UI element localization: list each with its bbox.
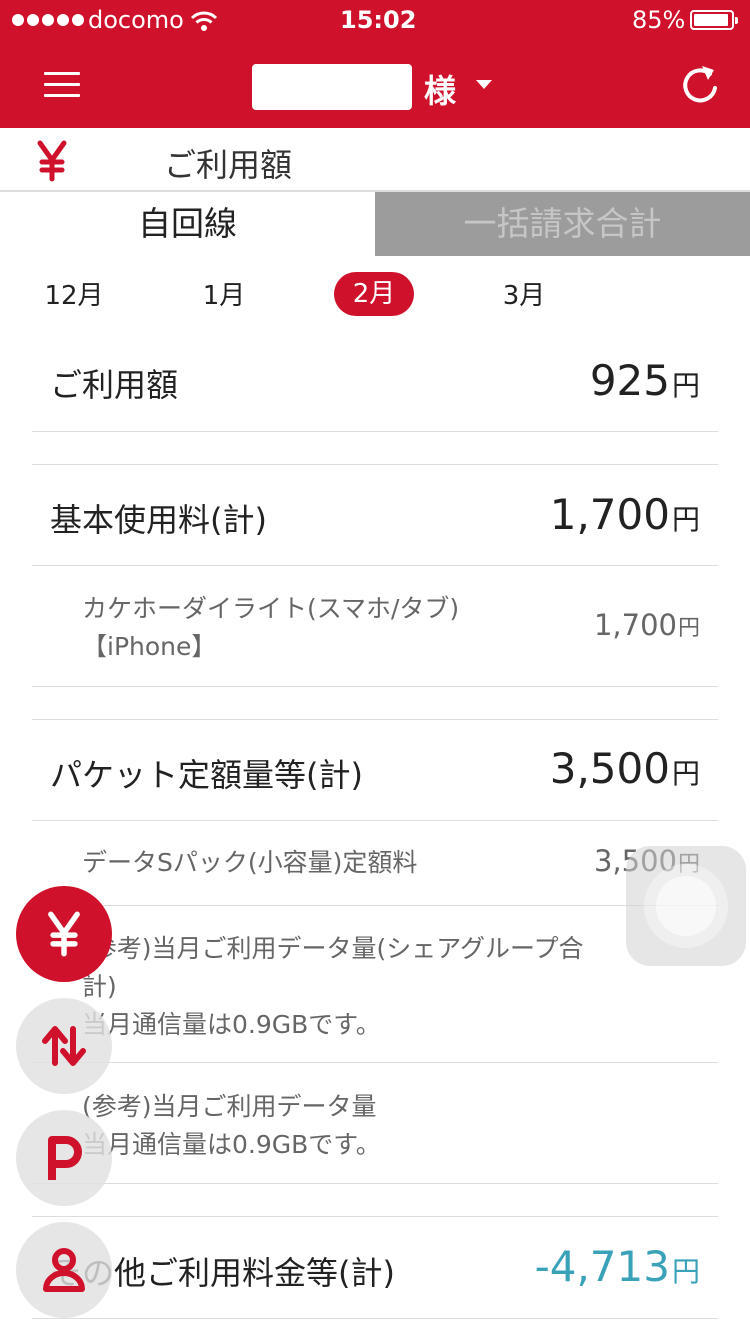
yen-unit: 円 xyxy=(677,616,700,641)
packet-fee-label: パケット定額量等(計) xyxy=(50,756,363,794)
fab-account-button[interactable] xyxy=(16,1222,112,1318)
divider xyxy=(32,686,718,687)
fab-data-usage-button[interactable] xyxy=(16,998,112,1094)
wifi-icon xyxy=(190,11,218,31)
amount-value: 1,700 xyxy=(549,490,670,539)
share-note-line1: (参考)当月ご利用データ量(シェアグループ合 xyxy=(82,934,584,963)
account-name-redacted[interactable] xyxy=(252,64,412,110)
section-title: ご利用額 xyxy=(164,146,293,184)
amount-value: 3,500 xyxy=(549,744,670,793)
packet-fee-amount: 3,500円 xyxy=(550,744,700,793)
carrier-name: docomo xyxy=(88,6,184,34)
assistive-touch-button[interactable] xyxy=(626,846,746,966)
month-tab-march[interactable]: 3月 xyxy=(484,276,564,316)
month-tab-february-selected[interactable]: 2月 xyxy=(334,272,414,316)
month-tab-december[interactable]: 12月 xyxy=(34,276,114,316)
divider xyxy=(32,1318,718,1319)
amount-value: 925 xyxy=(589,356,670,405)
share-group-usage-note: (参考)当月ご利用データ量(シェアグループ合 計) 当月通信量は0.9GBです。 xyxy=(82,930,642,1044)
divider xyxy=(32,431,718,432)
tab-bulk-billing-total[interactable]: 一括請求合計 xyxy=(375,192,750,256)
divider xyxy=(32,719,718,720)
data-pack-label: データSパック(小容量)定額料 xyxy=(82,848,418,877)
fab-billing-button[interactable] xyxy=(16,886,112,982)
divider xyxy=(32,905,718,906)
points-icon xyxy=(48,1136,82,1180)
own-usage-note: (参考)当月ご利用データ量 当月通信量は0.9GBです。 xyxy=(82,1088,381,1164)
plan-amount: 1,700円 xyxy=(594,608,700,642)
share-note-line2: 計) xyxy=(82,972,117,1001)
user-icon xyxy=(43,1248,85,1292)
amount-value: 1,700 xyxy=(593,608,677,642)
divider xyxy=(32,1062,718,1063)
divider xyxy=(32,464,718,465)
own-note-line2: 当月通信量は0.9GBです。 xyxy=(82,1130,381,1159)
usage-total-label: ご利用額 xyxy=(50,366,179,404)
battery-icon xyxy=(690,10,738,30)
divider xyxy=(32,820,718,821)
basic-fee-label: 基本使用料(計) xyxy=(50,501,267,539)
yen-unit: 円 xyxy=(671,369,700,402)
yen-unit: 円 xyxy=(671,503,700,536)
other-fees-amount: -4,713円 xyxy=(535,1242,700,1291)
divider xyxy=(32,1183,718,1184)
yen-unit: 円 xyxy=(671,757,700,790)
plan-name: カケホーダイライト(スマホ/タブ) 【iPhone】 xyxy=(82,590,459,666)
divider xyxy=(32,1216,718,1217)
status-time: 15:02 xyxy=(340,6,417,34)
signal-strength-icon xyxy=(12,14,84,26)
usage-total-amount: 925円 xyxy=(590,356,700,405)
plan-name-line1: カケホーダイライト(スマホ/タブ) xyxy=(82,594,460,623)
yen-unit: 円 xyxy=(671,1255,700,1288)
month-tab-january[interactable]: 1月 xyxy=(184,276,264,316)
data-transfer-icon xyxy=(42,1026,86,1066)
yen-icon xyxy=(48,911,80,957)
basic-fee-amount: 1,700円 xyxy=(550,490,700,539)
yen-icon xyxy=(37,140,67,182)
fab-points-button[interactable] xyxy=(16,1110,112,1206)
own-note-line1: (参考)当月ご利用データ量 xyxy=(82,1092,377,1121)
share-note-line3: 当月通信量は0.9GBです。 xyxy=(82,1010,381,1039)
divider xyxy=(32,565,718,566)
amount-value: -4,713 xyxy=(534,1242,670,1291)
plan-name-line2: 【iPhone】 xyxy=(82,632,217,661)
menu-icon[interactable] xyxy=(44,72,80,98)
chevron-down-icon[interactable] xyxy=(476,80,492,89)
account-honorific[interactable]: 様 xyxy=(424,66,456,112)
battery-percent: 85% xyxy=(632,6,686,34)
tab-own-line[interactable]: 自回線 xyxy=(0,192,375,256)
section-bar xyxy=(0,128,750,192)
refresh-icon[interactable] xyxy=(680,62,720,106)
